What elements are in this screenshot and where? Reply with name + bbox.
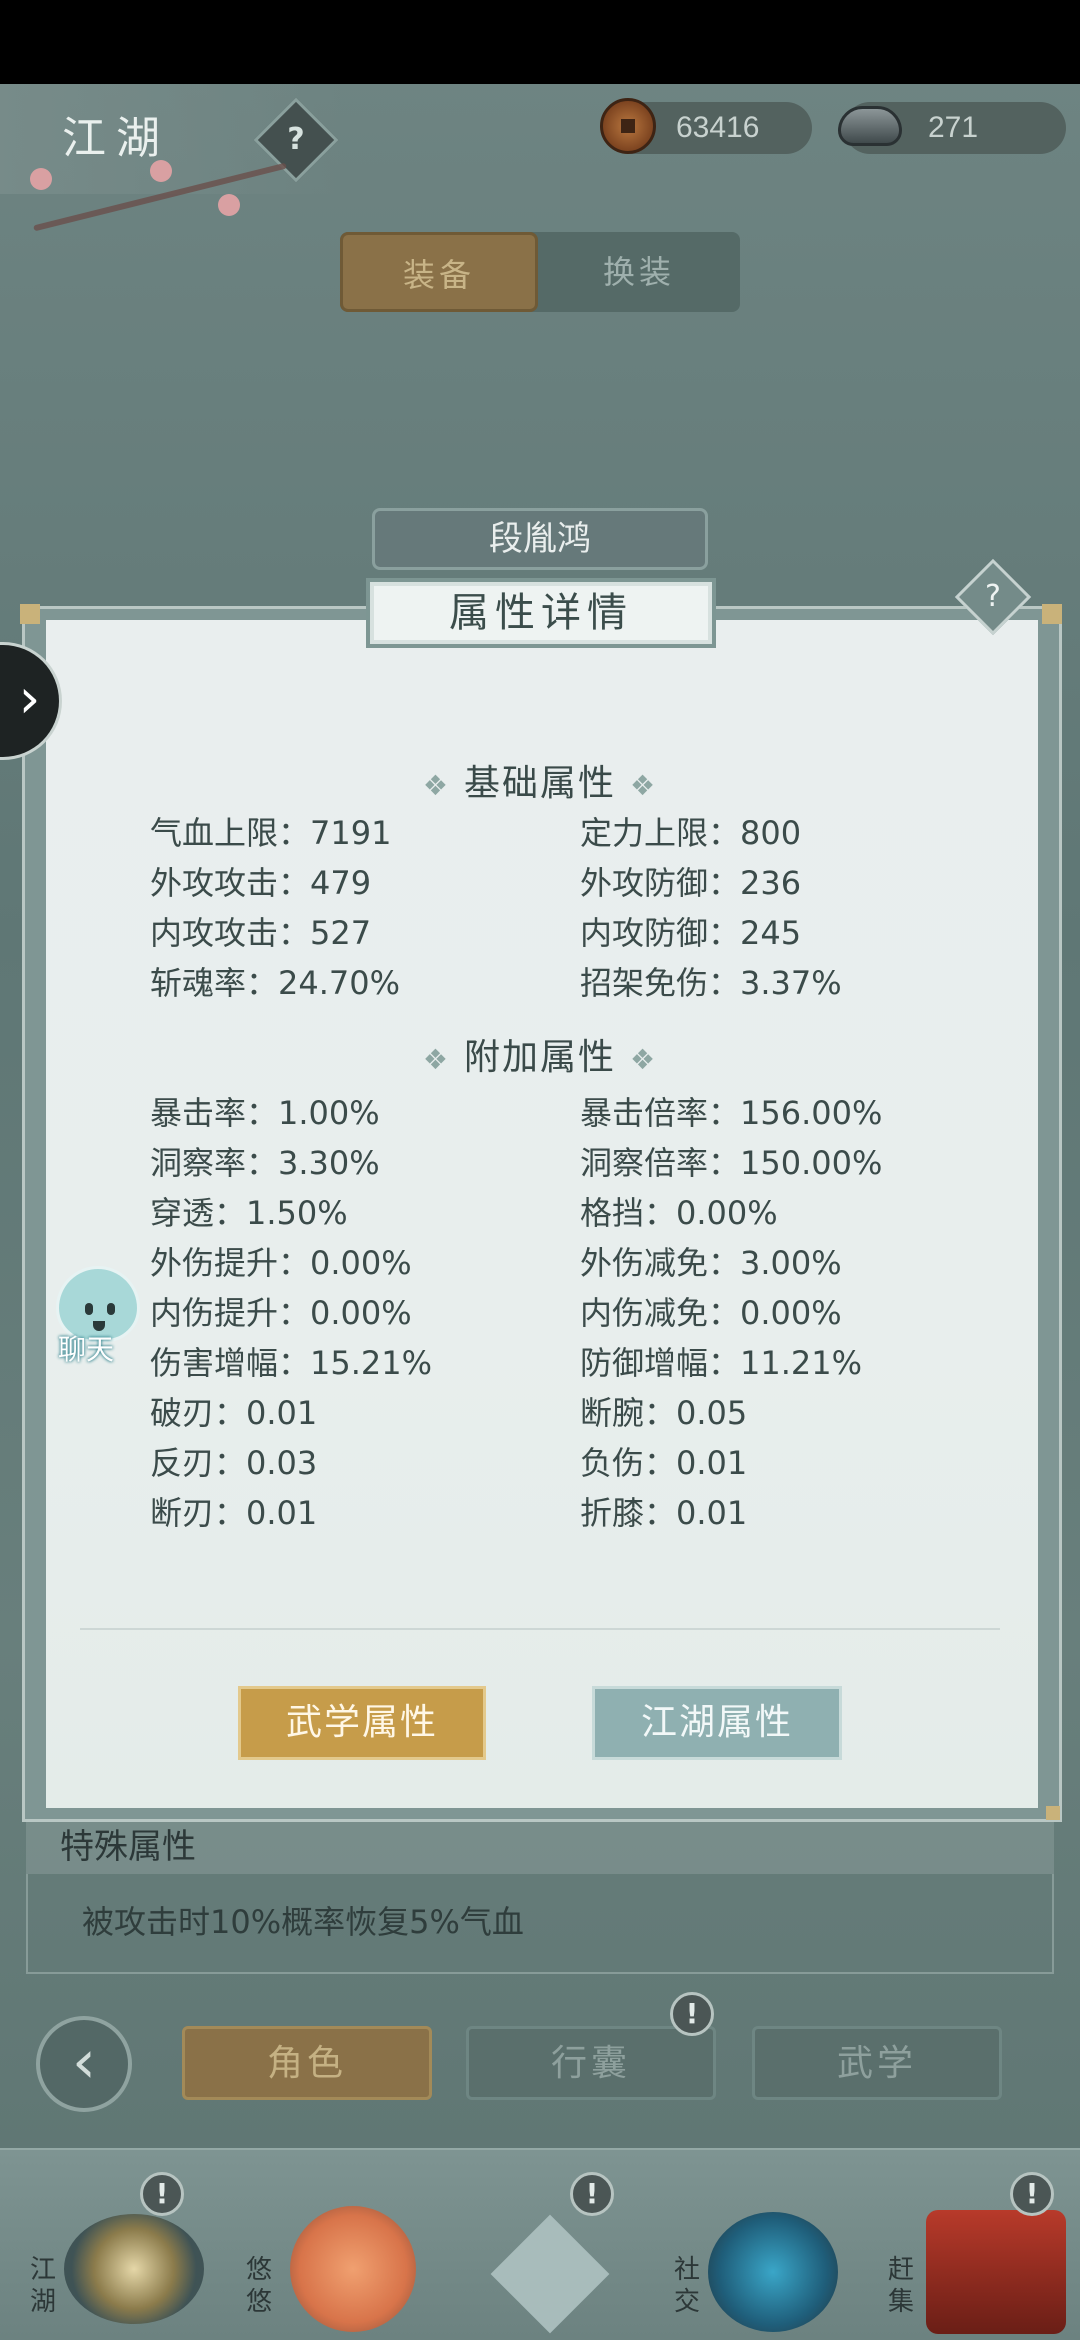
corner-ornament: [1042, 604, 1062, 624]
back-button[interactable]: ‹: [36, 2016, 132, 2112]
stat-soul-slash-rate: 斩魂率：24.70%: [150, 964, 401, 1002]
dock-label: 社交: [673, 2255, 700, 2317]
blossom-decoration: [150, 160, 172, 182]
stat-crit-rate: 暴击率：1.00%: [150, 1094, 380, 1132]
diamond-icon: ❖: [422, 769, 450, 802]
silver-amount: 271: [928, 111, 979, 144]
jianghu-attributes-button[interactable]: 江湖属性: [592, 1686, 842, 1760]
page-title: 江湖: [62, 113, 170, 164]
blossom-decoration: [30, 168, 52, 190]
dock-label: 悠悠: [245, 2255, 272, 2317]
copper-coin-icon: [600, 98, 656, 154]
diamond-icon: ❖: [422, 1043, 450, 1076]
stat-insight-multiplier: 洞察倍率：150.00%: [580, 1144, 883, 1182]
stat-max-focus: 定力上限：800: [580, 814, 802, 852]
diamond-icon: ❖: [630, 769, 658, 802]
dock-youyou[interactable]: 悠悠: [236, 2200, 436, 2340]
blossom-decoration: [218, 194, 240, 216]
stat-external-attack: 外攻攻击：479: [150, 864, 372, 902]
alert-badge: !: [570, 2172, 614, 2216]
special-attributes-title: 特殊属性: [26, 1820, 1054, 1874]
dock-label: 赶集: [887, 2255, 914, 2317]
martial-attributes-button[interactable]: 武学属性: [238, 1686, 486, 1760]
dialog-title: 属性详情: [366, 578, 716, 648]
stat-internal-damage-reduction: 内伤减免：0.00%: [580, 1294, 842, 1332]
stat-snap-blade: 断刃：0.01: [150, 1494, 318, 1532]
swallow-icon: [290, 2206, 416, 2332]
stat-external-damage-reduction: 外伤减免：3.00%: [580, 1244, 842, 1282]
dock-market[interactable]: 赶集: [878, 2200, 1078, 2340]
corner-ornament: [1046, 1806, 1060, 1820]
compass-star-icon: [490, 2214, 610, 2334]
stat-internal-attack: 内攻攻击：527: [150, 914, 372, 952]
straw-hat-icon: [64, 2214, 204, 2324]
silver-currency: 271: [838, 102, 1066, 154]
dock-jianghu[interactable]: 江湖: [20, 2200, 220, 2340]
stat-block: 格挡：0.00%: [580, 1194, 778, 1232]
bottom-dock: 江湖 ! 悠悠 ! 社交 赶集 !: [0, 2148, 1080, 2340]
stat-break-knee: 折膝：0.01: [580, 1494, 748, 1532]
copper-amount: 63416: [676, 111, 760, 144]
tab-equip[interactable]: 装备: [340, 232, 538, 312]
nav-tab-martial[interactable]: 武学: [752, 2026, 1002, 2100]
nav-tab-inventory[interactable]: 行囊: [466, 2026, 716, 2100]
stat-max-hp: 气血上限：7191: [150, 814, 392, 852]
stat-counter-blade: 反刃：0.03: [150, 1444, 318, 1482]
alert-badge: !: [140, 2172, 184, 2216]
alert-badge: !: [670, 1992, 714, 2036]
stat-insight-rate: 洞察率：3.30%: [150, 1144, 380, 1182]
status-bar: [0, 0, 1080, 84]
equip-tab-bar: 装备 换装: [340, 232, 740, 312]
dock-label: 江湖: [29, 2255, 56, 2317]
stat-crit-multiplier: 暴击倍率：156.00%: [580, 1094, 883, 1132]
character-name: 段胤鸿: [372, 508, 708, 570]
stat-damage-amplify: 伤害增幅：15.21%: [150, 1344, 433, 1382]
stat-parry-reduction: 招架免伤：3.37%: [580, 964, 842, 1002]
stat-internal-damage-boost: 内伤提升：0.00%: [150, 1294, 412, 1332]
chat-button[interactable]: 聊天: [44, 1262, 148, 1366]
special-attributes-text: 被攻击时10%概率恢复5%气血: [26, 1874, 1054, 1974]
chat-label: 聊天: [58, 1333, 115, 1366]
copper-currency: 63416: [600, 98, 812, 154]
stat-penetration: 穿透：1.50%: [150, 1194, 348, 1232]
stat-external-defense: 外攻防御：236: [580, 864, 802, 902]
stat-defense-amplify: 防御增幅：11.21%: [580, 1344, 863, 1382]
stat-wounded: 负伤：0.01: [580, 1444, 748, 1482]
ink-bowl-icon: [708, 2212, 838, 2332]
divider: [80, 1628, 1000, 1630]
top-bar: 江湖 ? 63416 271: [0, 84, 1080, 232]
dock-center[interactable]: [470, 2200, 670, 2340]
alert-badge: !: [1010, 2172, 1054, 2216]
dock-social[interactable]: 社交: [664, 2200, 864, 2340]
basic-attributes-header: ❖ 基础属性 ❖: [422, 763, 658, 804]
stat-break-wrist: 断腕：0.05: [580, 1394, 748, 1432]
stat-break-blade: 破刃：0.01: [150, 1394, 318, 1432]
treasure-chest-icon: [926, 2210, 1066, 2334]
stat-internal-defense: 内攻防御：245: [580, 914, 802, 952]
corner-ornament: [20, 604, 40, 624]
tab-change-outfit[interactable]: 换装: [540, 232, 738, 312]
nav-tab-character[interactable]: 角色: [182, 2026, 432, 2100]
extra-attributes-header: ❖ 附加属性 ❖: [422, 1037, 658, 1078]
silver-ingot-icon: [838, 106, 902, 146]
diamond-icon: ❖: [630, 1043, 658, 1076]
stat-external-damage-boost: 外伤提升：0.00%: [150, 1244, 412, 1282]
